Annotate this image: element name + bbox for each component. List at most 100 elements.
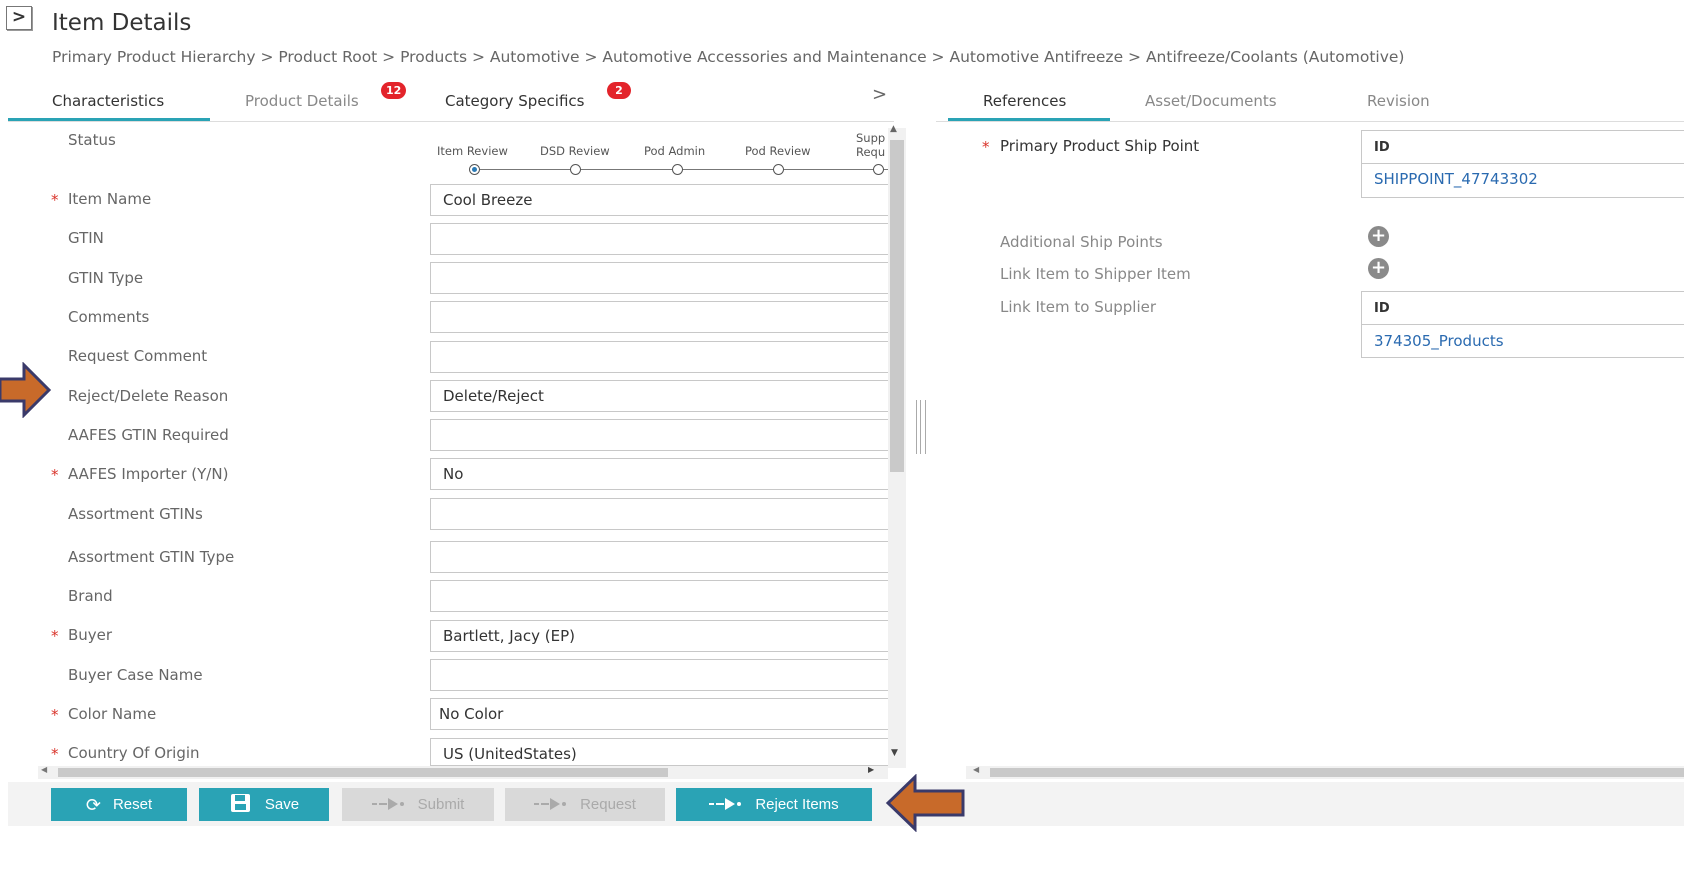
- aafes-importer-label: AAFES Importer (Y/N): [68, 465, 229, 483]
- reject-delete-reason-label: Reject/Delete Reason: [68, 387, 229, 405]
- category-specifics-count-badge: 2: [607, 82, 631, 99]
- id-column-header: ID: [1362, 131, 1684, 164]
- chevron-right-icon[interactable]: >: [872, 84, 887, 105]
- workflow-line: [478, 169, 888, 170]
- supplier-link[interactable]: 374305_Products: [1362, 325, 1684, 357]
- id-column-header: ID: [1362, 292, 1684, 325]
- tab-revision[interactable]: Revision: [1367, 92, 1430, 110]
- aafes-gtin-required-label: AAFES GTIN Required: [68, 426, 229, 444]
- required-marker: *: [51, 627, 59, 645]
- aafes-gtin-required-input[interactable]: [430, 419, 888, 451]
- left-tab-divider: [8, 121, 894, 122]
- arrow-right-icon: [371, 796, 406, 814]
- required-marker: *: [51, 706, 59, 724]
- workflow-step-label: Requ: [856, 145, 886, 159]
- active-tab-indicator: [8, 118, 210, 121]
- link-shipper-item-label: Link Item to Shipper Item: [1000, 265, 1191, 283]
- scroll-up-icon[interactable]: ▲: [890, 124, 897, 134]
- workflow-step-label: DSD Review: [540, 144, 610, 158]
- workflow-step-label: Item Review: [437, 144, 508, 158]
- product-details-count-badge: 12: [381, 82, 407, 99]
- supplier-table: ID 374305_Products: [1361, 291, 1684, 358]
- tab-characteristics[interactable]: Characteristics: [52, 92, 164, 110]
- scroll-right-icon[interactable]: ▶: [868, 765, 874, 774]
- status-label: Status: [68, 131, 116, 149]
- aafes-importer-input[interactable]: No: [430, 458, 888, 490]
- submit-label: Submit: [417, 796, 465, 813]
- comments-label: Comments: [68, 308, 150, 326]
- assortment-gtins-input[interactable]: [430, 498, 888, 530]
- request-label: Request: [580, 796, 636, 813]
- vertical-scroll-thumb[interactable]: [890, 140, 904, 472]
- buyer-case-name-label: Buyer Case Name: [68, 666, 203, 684]
- item-name-label: Item Name: [68, 190, 152, 208]
- scroll-left-icon[interactable]: ◀: [41, 765, 47, 774]
- color-name-input[interactable]: No Color: [430, 698, 888, 730]
- workflow-step-dot[interactable]: [873, 164, 884, 175]
- workflow-step-dot[interactable]: [773, 164, 784, 175]
- request-button[interactable]: Request: [505, 788, 665, 821]
- workflow-step-dot[interactable]: [672, 164, 683, 175]
- primary-ship-point-link[interactable]: SHIPPOINT_47743302: [1362, 164, 1562, 197]
- color-name-label: Color Name: [68, 705, 157, 723]
- horizontal-scroll-thumb[interactable]: [58, 768, 668, 777]
- workflow-step-dot-active[interactable]: [469, 164, 480, 175]
- workflow-step-label: Pod Review: [745, 144, 811, 158]
- breadcrumb[interactable]: Primary Product Hierarchy > Product Root…: [52, 48, 1404, 66]
- brand-label: Brand: [68, 587, 113, 605]
- floppy-disk-icon: [229, 793, 253, 816]
- tab-product-details[interactable]: Product Details: [245, 92, 359, 110]
- item-name-input[interactable]: Cool Breeze: [430, 184, 888, 216]
- submit-button[interactable]: Submit: [342, 788, 494, 821]
- required-marker: *: [982, 138, 990, 156]
- primary-ship-point-label: Primary Product Ship Point: [1000, 137, 1200, 155]
- arrow-right-icon: [534, 796, 568, 814]
- gtin-type-label: GTIN Type: [68, 269, 144, 287]
- annotation-arrow-left-icon: [885, 774, 965, 832]
- brand-input[interactable]: [430, 580, 888, 612]
- comments-input[interactable]: [430, 301, 888, 333]
- gtin-type-input[interactable]: [430, 262, 888, 294]
- reset-button[interactable]: ⟳ Reset: [51, 788, 187, 821]
- assortment-gtin-type-input[interactable]: [430, 541, 888, 573]
- save-label: Save: [264, 796, 300, 813]
- add-circle-icon[interactable]: +: [1368, 258, 1389, 279]
- country-of-origin-label: Country Of Origin: [68, 744, 200, 762]
- right-tab-divider: [936, 121, 1684, 122]
- required-marker: *: [51, 466, 59, 484]
- tab-references[interactable]: References: [983, 92, 1066, 110]
- gtin-label: GTIN: [68, 229, 104, 247]
- primary-ship-point-table: ID SHIPPOINT_47743302: [1361, 130, 1684, 198]
- request-comment-input[interactable]: [430, 341, 888, 373]
- scroll-down-icon[interactable]: ▼: [891, 748, 898, 758]
- refresh-icon: ⟳: [85, 794, 101, 815]
- panel-splitter-handle[interactable]: [916, 400, 926, 454]
- add-circle-icon[interactable]: +: [1368, 226, 1389, 247]
- required-marker: *: [51, 745, 59, 763]
- horizontal-scroll-thumb[interactable]: [990, 768, 1684, 777]
- workflow-step-label: Supp: [856, 131, 886, 145]
- assortment-gtins-label: Assortment GTINs: [68, 505, 203, 523]
- link-supplier-label: Link Item to Supplier: [1000, 298, 1157, 316]
- assortment-gtin-type-label: Assortment GTIN Type: [68, 548, 235, 566]
- required-marker: *: [51, 191, 59, 209]
- reset-label: Reset: [112, 796, 153, 813]
- request-comment-label: Request Comment: [68, 347, 208, 365]
- tab-asset-documents[interactable]: Asset/Documents: [1145, 92, 1277, 110]
- arrow-right-icon: [709, 796, 743, 814]
- panel-toggle-button[interactable]: >: [6, 6, 32, 30]
- workflow-step-dot[interactable]: [570, 164, 581, 175]
- buyer-input[interactable]: Bartlett, Jacy (EP): [430, 620, 888, 652]
- save-button[interactable]: Save: [199, 788, 329, 821]
- page-title: Item Details: [52, 10, 192, 36]
- reject-items-label: Reject Items: [755, 796, 839, 813]
- country-of-origin-input[interactable]: US (UnitedStates): [430, 738, 888, 766]
- tab-category-specifics[interactable]: Category Specifics: [445, 92, 584, 110]
- active-tab-indicator: [948, 118, 1110, 121]
- buyer-case-name-input[interactable]: [430, 659, 888, 691]
- scroll-left-icon[interactable]: ◀: [973, 765, 979, 774]
- workflow-step-label: Pod Admin: [644, 144, 706, 158]
- gtin-input[interactable]: [430, 223, 888, 255]
- reject-delete-reason-input[interactable]: Delete/Reject: [430, 380, 888, 412]
- reject-items-button[interactable]: Reject Items: [676, 788, 872, 821]
